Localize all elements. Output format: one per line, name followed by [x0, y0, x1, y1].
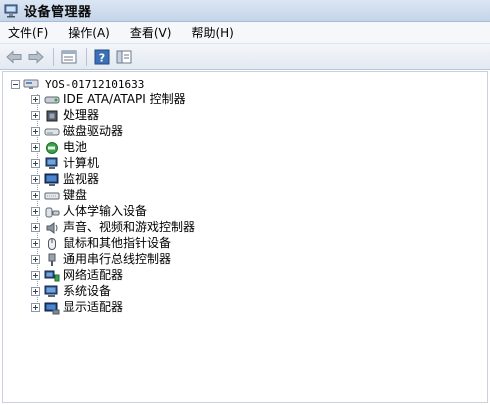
menu-view[interactable]: 查看(V) — [128, 23, 174, 42]
expand-icon[interactable] — [31, 303, 40, 312]
collapse-icon[interactable] — [11, 79, 20, 89]
tree-item-label: 鼠标和其他指针设备 — [63, 236, 172, 250]
device-manager-icon — [4, 4, 20, 18]
monitor-icon — [44, 173, 60, 187]
forward-arrow-icon — [28, 49, 44, 64]
tree-item-label: 电池 — [63, 140, 88, 154]
title-bar: 设备管理器 — [0, 0, 490, 22]
tree-item-system[interactable]: 系统设备 — [31, 284, 111, 299]
expand-icon[interactable] — [31, 111, 40, 120]
expand-icon[interactable] — [31, 271, 40, 280]
tree-item-label: 处理器 — [63, 108, 100, 122]
show-hide-pane-icon — [116, 50, 132, 63]
menu-bar: 文件(F) 操作(A) 查看(V) 帮助(H) — [0, 22, 490, 44]
tree-item-label: 监视器 — [63, 172, 100, 186]
expand-icon[interactable] — [31, 239, 40, 248]
expand-icon[interactable] — [31, 143, 40, 152]
expand-icon[interactable] — [31, 127, 40, 136]
tree-item-label: IDE ATA/ATAPI 控制器 — [63, 92, 186, 106]
expand-icon[interactable] — [31, 191, 40, 200]
root-computer-name: YOS-01712101633 — [45, 77, 145, 91]
help-button[interactable]: ? — [92, 47, 112, 67]
tree-item-monitor[interactable]: 监视器 — [31, 172, 99, 187]
toolbar-separator — [86, 47, 87, 66]
expand-icon[interactable] — [31, 223, 40, 232]
properties-button[interactable] — [59, 47, 79, 67]
tree-item-label: 计算机 — [63, 156, 100, 170]
tree-item-label: 通用串行总线控制器 — [63, 252, 172, 266]
expand-icon[interactable] — [31, 175, 40, 184]
tree-item-label: 磁盘驱动器 — [63, 124, 124, 138]
system-device-icon — [44, 285, 60, 299]
ide-controller-icon — [44, 93, 60, 107]
battery-icon — [44, 141, 60, 155]
tree-item-keyboard[interactable]: 键盘 — [31, 188, 87, 203]
processor-icon — [44, 109, 60, 123]
sound-icon — [44, 221, 60, 235]
display-adapter-icon — [44, 301, 60, 315]
menu-help[interactable]: 帮助(H) — [189, 23, 235, 42]
hid-icon — [44, 205, 60, 219]
computer-icon — [44, 157, 60, 171]
help-icon: ? — [94, 49, 110, 64]
tree-item-label: 系统设备 — [63, 284, 112, 298]
expand-icon[interactable] — [31, 287, 40, 296]
toolbar: ? — [0, 44, 490, 70]
tree-root[interactable]: YOS-01712101633 — [11, 76, 144, 92]
tree-item-hid[interactable]: 人体学输入设备 — [31, 204, 147, 219]
properties-icon — [61, 50, 77, 63]
disk-drive-icon — [44, 125, 60, 139]
window-title: 设备管理器 — [24, 5, 92, 20]
tree-item-label: 网络适配器 — [63, 268, 124, 282]
back-button[interactable] — [4, 47, 24, 67]
tree-item-label: 键盘 — [63, 188, 88, 202]
tree-item-network[interactable]: 网络适配器 — [31, 268, 123, 283]
menu-file[interactable]: 文件(F) — [6, 23, 50, 42]
menu-action[interactable]: 操作(A) — [66, 23, 112, 42]
tree-item-label: 显示适配器 — [63, 300, 124, 314]
tree-item-computer[interactable]: 计算机 — [31, 156, 99, 171]
usb-icon — [44, 253, 60, 267]
show-hide-pane-button[interactable] — [114, 47, 134, 67]
forward-button[interactable] — [26, 47, 46, 67]
tree-item-mouse[interactable]: 鼠标和其他指针设备 — [31, 236, 171, 251]
computer-root-icon — [23, 77, 39, 91]
keyboard-icon — [44, 189, 60, 203]
mouse-icon — [44, 237, 60, 251]
expand-icon[interactable] — [31, 159, 40, 168]
tree-item-ide[interactable]: IDE ATA/ATAPI 控制器 — [31, 92, 186, 107]
expand-icon[interactable] — [31, 207, 40, 216]
toolbar-separator — [53, 47, 54, 66]
expand-icon[interactable] — [31, 95, 40, 104]
tree-item-label: 人体学输入设备 — [63, 204, 148, 218]
expand-icon[interactable] — [31, 255, 40, 264]
tree-item-disk[interactable]: 磁盘驱动器 — [31, 124, 123, 139]
tree-item-battery[interactable]: 电池 — [31, 140, 87, 155]
tree-item-usb[interactable]: 通用串行总线控制器 — [31, 252, 171, 267]
tree-item-display[interactable]: 显示适配器 — [31, 300, 123, 315]
svg-text:?: ? — [99, 51, 105, 64]
tree-item-processor[interactable]: 处理器 — [31, 108, 99, 123]
tree-item-sound[interactable]: 声音、视频和游戏控制器 — [31, 220, 195, 235]
network-icon — [44, 269, 60, 283]
device-tree[interactable]: YOS-01712101633 IDE ATA/ATAPI 控制器 处理器 磁盘… — [2, 71, 488, 403]
tree-item-label: 声音、视频和游戏控制器 — [63, 220, 196, 234]
back-arrow-icon — [6, 49, 22, 64]
